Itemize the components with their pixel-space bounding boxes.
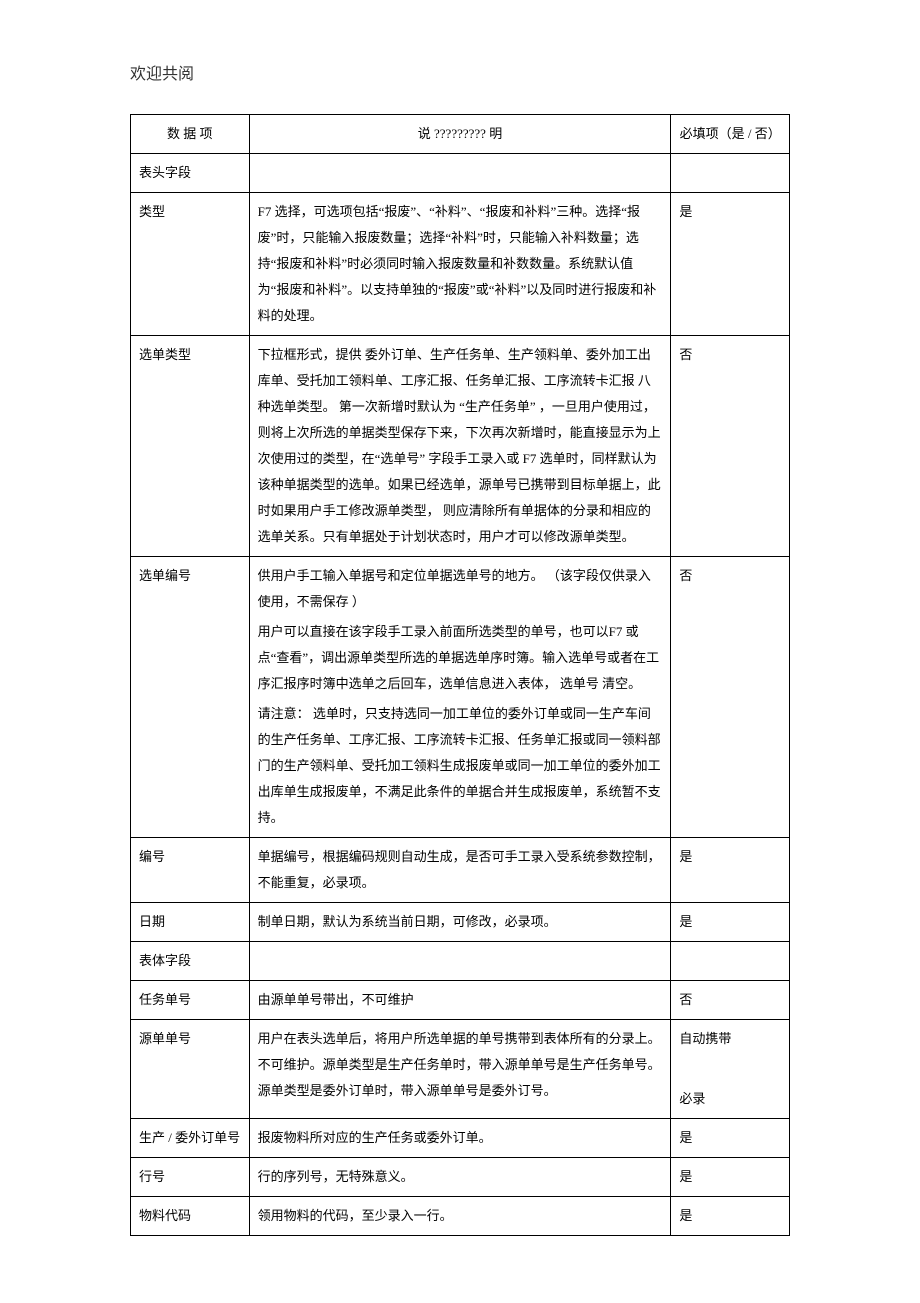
cell-label: 选单编号 [131, 557, 250, 838]
col-data-item: 数 据 项 [131, 115, 250, 154]
cell-label: 类型 [131, 193, 250, 336]
cell-label: 编号 [131, 838, 250, 903]
cell-label: 任务单号 [131, 981, 250, 1020]
table-row: 编号 单据编号，根据编码规则自动生成，是否可手工录入受系统参数控制，不能重复，必… [131, 838, 790, 903]
cell-req: 否 [671, 557, 790, 838]
section-body-fields: 表体字段 [131, 942, 790, 981]
cell-desc: 报废物料所对应的生产任务或委外订单。 [249, 1119, 671, 1158]
section-empty [671, 154, 790, 193]
fields-table: 数 据 项 说 ????????? 明 必填项（是 / 否） 表头字段 类型 F… [130, 114, 790, 1236]
cell-req: 自动携带 必录 [671, 1020, 790, 1119]
cell-label: 生产 / 委外订单号 [131, 1119, 250, 1158]
cell-req: 是 [671, 1197, 790, 1236]
cell-req-p2: 必录 [679, 1086, 781, 1112]
table-row: 任务单号 由源单单号带出，不可维护 否 [131, 981, 790, 1020]
cell-desc-p2: 用户可以直接在该字段手工录入前面所选类型的单号，也可以F7 或点“查看”，调出源… [258, 619, 663, 697]
col-required: 必填项（是 / 否） [671, 115, 790, 154]
cell-desc: 供用户手工输入单据号和定位单据选单号的地方。 （该字段仅供录入使用，不需保存 ）… [249, 557, 671, 838]
section-empty [249, 154, 671, 193]
cell-req: 是 [671, 193, 790, 336]
section-empty [671, 942, 790, 981]
table-row: 行号 行的序列号，无特殊意义。 是 [131, 1158, 790, 1197]
cell-label: 行号 [131, 1158, 250, 1197]
cell-label: 日期 [131, 903, 250, 942]
cell-desc: 制单日期，默认为系统当前日期，可修改，必录项。 [249, 903, 671, 942]
cell-req: 是 [671, 1119, 790, 1158]
cell-desc: 单据编号，根据编码规则自动生成，是否可手工录入受系统参数控制，不能重复，必录项。 [249, 838, 671, 903]
col-description: 说 ????????? 明 [249, 115, 671, 154]
table-row: 选单类型 下拉框形式，提供 委外订单、生产任务单、生产领料单、委外加工出库单、受… [131, 336, 790, 557]
cell-desc: 行的序列号，无特殊意义。 [249, 1158, 671, 1197]
cell-desc: 用户在表头选单后，将用户所选单据的单号携带到表体所有的分录上。不可维护。源单类型… [249, 1020, 671, 1119]
cell-desc-p3: 请注意： 选单时，只支持选同一加工单位的委外订单或同一生产车间的生产任务单、工序… [258, 701, 663, 831]
section-header-fields: 表头字段 [131, 154, 790, 193]
table-header-row: 数 据 项 说 ????????? 明 必填项（是 / 否） [131, 115, 790, 154]
cell-desc: 由源单单号带出，不可维护 [249, 981, 671, 1020]
cell-desc: 下拉框形式，提供 委外订单、生产任务单、生产领料单、委外加工出库单、受托加工领料… [249, 336, 671, 557]
section-label: 表头字段 [131, 154, 250, 193]
cell-req-spacer [679, 1056, 781, 1082]
section-label: 表体字段 [131, 942, 250, 981]
cell-req: 是 [671, 903, 790, 942]
cell-req: 否 [671, 336, 790, 557]
cell-desc-p1: 供用户手工输入单据号和定位单据选单号的地方。 （该字段仅供录入使用，不需保存 ） [258, 563, 663, 615]
cell-desc: 领用物料的代码，至少录入一行。 [249, 1197, 671, 1236]
table-row: 日期 制单日期，默认为系统当前日期，可修改，必录项。 是 [131, 903, 790, 942]
cell-req: 是 [671, 1158, 790, 1197]
page-header: 欢迎共阅 [130, 60, 790, 84]
table-row: 选单编号 供用户手工输入单据号和定位单据选单号的地方。 （该字段仅供录入使用，不… [131, 557, 790, 838]
cell-label: 源单单号 [131, 1020, 250, 1119]
table-row: 物料代码 领用物料的代码，至少录入一行。 是 [131, 1197, 790, 1236]
cell-label: 选单类型 [131, 336, 250, 557]
cell-req: 是 [671, 838, 790, 903]
table-row: 类型 F7 选择，可选项包括“报废”、“补料”、“报废和补料”三种。选择“报废”… [131, 193, 790, 336]
table-row: 生产 / 委外订单号 报废物料所对应的生产任务或委外订单。 是 [131, 1119, 790, 1158]
cell-desc: F7 选择，可选项包括“报废”、“补料”、“报废和补料”三种。选择“报废”时，只… [249, 193, 671, 336]
table-row: 源单单号 用户在表头选单后，将用户所选单据的单号携带到表体所有的分录上。不可维护… [131, 1020, 790, 1119]
cell-req-p1: 自动携带 [679, 1026, 781, 1052]
cell-label: 物料代码 [131, 1197, 250, 1236]
section-empty [249, 942, 671, 981]
cell-req: 否 [671, 981, 790, 1020]
